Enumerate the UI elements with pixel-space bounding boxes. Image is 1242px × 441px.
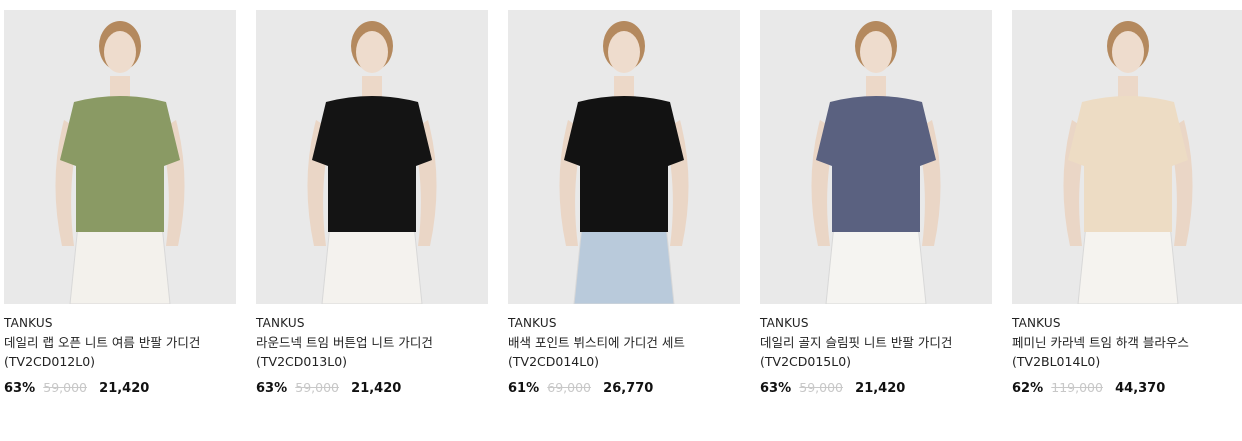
product-grid: TANKUS 데일리 랩 오픈 니트 여름 반팔 가디건 (TV2CD012L0… <box>0 0 1242 441</box>
product-name[interactable]: 데일리 랩 오픈 니트 여름 반팔 가디건 (TV2CD012L0) <box>4 333 236 371</box>
model-bottoms <box>321 224 423 304</box>
model-face <box>104 31 136 73</box>
price-row: 62% 119,000 44,370 <box>1012 379 1242 398</box>
price-row: 63% 59,000 21,420 <box>760 379 992 398</box>
product-card[interactable]: TANKUS 데일리 골지 슬림핏 니트 반팔 가디건 (TV2CD015L0)… <box>760 10 992 398</box>
model-top-garment <box>816 96 936 232</box>
discount-rate: 62% <box>1012 381 1044 396</box>
product-brand: TANKUS <box>256 316 305 330</box>
model-bottoms <box>825 224 927 304</box>
product-name[interactable]: 데일리 골지 슬림핏 니트 반팔 가디건 (TV2CD015L0) <box>760 333 992 371</box>
price-row: 63% 59,000 21,420 <box>256 379 488 398</box>
product-image[interactable] <box>1012 10 1242 304</box>
model-face <box>1112 31 1144 73</box>
discount-rate: 61% <box>508 381 540 396</box>
model-top-garment <box>564 96 684 232</box>
sale-price: 44,370 <box>1115 381 1166 396</box>
product-card[interactable]: TANKUS 라운드넥 트임 버튼업 니트 가디건 (TV2CD013L0) 6… <box>256 10 488 398</box>
product-photo-black-button-cardigan <box>256 10 488 304</box>
product-card[interactable]: TANKUS 배색 포인트 뷔스티에 가디건 세트 (TV2CD014L0) 6… <box>508 10 740 398</box>
sale-price: 21,420 <box>351 381 402 396</box>
product-name[interactable]: 페미닌 카라넥 트임 하객 블라우스 (TV2BL014L0) <box>1012 333 1242 371</box>
sale-price: 21,420 <box>855 381 906 396</box>
price-row: 63% 59,000 21,420 <box>4 379 236 398</box>
product-card[interactable]: TANKUS 데일리 랩 오픈 니트 여름 반팔 가디건 (TV2CD012L0… <box>4 10 236 398</box>
product-image[interactable] <box>4 10 236 304</box>
product-brand: TANKUS <box>760 316 809 330</box>
product-name[interactable]: 라운드넥 트임 버튼업 니트 가디건 (TV2CD013L0) <box>256 333 488 371</box>
model-face <box>356 31 388 73</box>
model-top-garment <box>312 96 432 232</box>
product-brand: TANKUS <box>508 316 557 330</box>
model-bottoms <box>573 224 675 304</box>
product-card[interactable]: TANKUS 페미닌 카라넥 트임 하객 블라우스 (TV2BL014L0) 6… <box>1012 10 1242 398</box>
product-name[interactable]: 배색 포인트 뷔스티에 가디건 세트 (TV2CD014L0) <box>508 333 740 371</box>
model-face <box>860 31 892 73</box>
original-price: 59,000 <box>295 380 340 395</box>
model-top-garment <box>60 96 180 232</box>
product-photo-green-wrap-cardigan <box>4 10 236 304</box>
product-photo-navy-ribbed-cardigan <box>760 10 992 304</box>
discount-rate: 63% <box>760 381 792 396</box>
product-photo-black-bustier-cardigan-set <box>508 10 740 304</box>
product-image[interactable] <box>760 10 992 304</box>
original-price: 119,000 <box>1051 380 1103 395</box>
discount-rate: 63% <box>256 381 288 396</box>
original-price: 59,000 <box>43 380 88 395</box>
original-price: 59,000 <box>799 380 844 395</box>
sale-price: 21,420 <box>99 381 150 396</box>
product-brand: TANKUS <box>1012 316 1061 330</box>
model-bottoms <box>1077 224 1179 304</box>
model-face <box>608 31 640 73</box>
model-top-garment <box>1068 96 1188 232</box>
product-brand: TANKUS <box>4 316 53 330</box>
discount-rate: 63% <box>4 381 36 396</box>
sale-price: 26,770 <box>603 381 654 396</box>
original-price: 69,000 <box>547 380 592 395</box>
price-row: 61% 69,000 26,770 <box>508 379 740 398</box>
product-image[interactable] <box>256 10 488 304</box>
model-bottoms <box>69 224 171 304</box>
product-photo-beige-collar-blouse <box>1012 10 1242 304</box>
product-image[interactable] <box>508 10 740 304</box>
